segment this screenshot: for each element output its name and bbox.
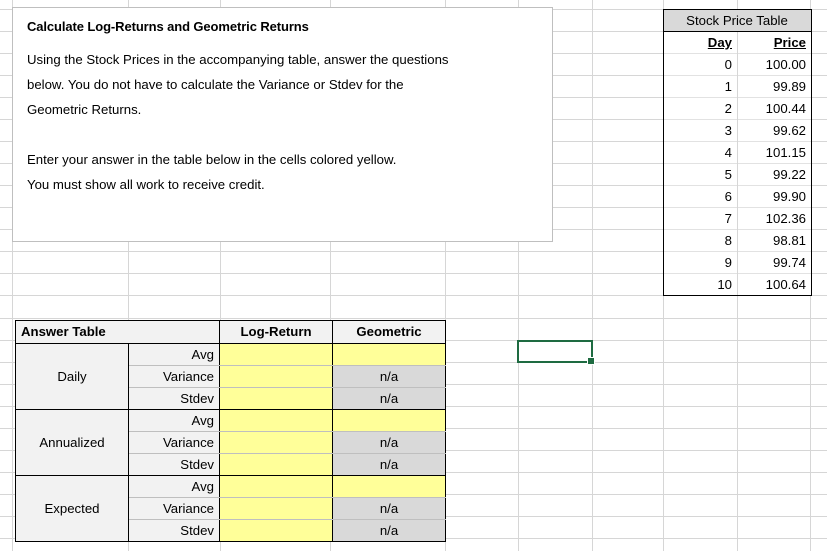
- table-row[interactable]: 9 99.74: [663, 251, 812, 274]
- input-cell-daily-avg-geometric[interactable]: [332, 343, 447, 366]
- cell-price[interactable]: 100.44: [737, 97, 812, 120]
- answer-table-title: Answer Table: [14, 320, 221, 344]
- table-row[interactable]: Daily Avg: [15, 343, 447, 410]
- cell-day[interactable]: 4: [663, 141, 738, 164]
- cell-day[interactable]: 8: [663, 229, 738, 252]
- spreadsheet-canvas[interactable]: Calculate Log-Returns and Geometric Retu…: [0, 0, 827, 551]
- instructions-line: Geometric Returns.: [27, 102, 142, 117]
- cell-day[interactable]: 2: [663, 97, 738, 120]
- instructions-paragraph-1: Using the Stock Prices in the accompanyi…: [27, 47, 537, 122]
- cell-price[interactable]: 99.89: [737, 75, 812, 98]
- disabled-cell-annualized-stdev-geometric: n/a: [332, 453, 447, 476]
- table-row[interactable]: 2 100.44: [663, 97, 812, 120]
- stock-price-table-title-row: Stock Price Table: [663, 9, 812, 32]
- group-label-expected: Expected: [15, 475, 129, 542]
- stat-label-variance: Variance: [127, 497, 221, 520]
- stock-price-table[interactable]: Stock Price Table Day Price 0 100.00 1 9…: [663, 9, 812, 296]
- instructions-title: Calculate Log-Returns and Geometric Retu…: [27, 19, 309, 34]
- input-cell-annualized-variance-log-return[interactable]: [219, 431, 334, 454]
- stat-label-variance: Variance: [127, 365, 221, 388]
- stock-price-table-title: Stock Price Table: [663, 9, 812, 32]
- stat-label-stdev: Stdev: [127, 453, 221, 476]
- table-row[interactable]: 10 100.64: [663, 273, 812, 296]
- stat-label-avg: Avg: [127, 409, 221, 432]
- instructions-line: Using the Stock Prices in the accompanyi…: [27, 52, 449, 67]
- table-row[interactable]: 6 99.90: [663, 185, 812, 208]
- cell-day[interactable]: 0: [663, 53, 738, 76]
- gridline-vertical: [592, 0, 593, 551]
- cell-price[interactable]: 98.81: [737, 229, 812, 252]
- stock-price-table-header-row: Day Price: [663, 31, 812, 54]
- instructions-line: You must show all work to receive credit…: [27, 177, 265, 192]
- cell-day[interactable]: 6: [663, 185, 738, 208]
- disabled-cell-daily-variance-geometric: n/a: [332, 365, 447, 388]
- stat-label-stdev: Stdev: [127, 387, 221, 410]
- table-row[interactable]: 0 100.00: [663, 53, 812, 76]
- table-row[interactable]: 8 98.81: [663, 229, 812, 252]
- column-header-log-return: Log-Return: [219, 320, 334, 344]
- input-cell-annualized-stdev-log-return[interactable]: [219, 453, 334, 476]
- stat-label-variance: Variance: [127, 431, 221, 454]
- cell-day[interactable]: 1: [663, 75, 738, 98]
- input-cell-annualized-avg-log-return[interactable]: [219, 409, 334, 432]
- instructions-textbox[interactable]: Calculate Log-Returns and Geometric Retu…: [12, 7, 553, 242]
- table-row[interactable]: 1 99.89: [663, 75, 812, 98]
- disabled-cell-expected-stdev-geometric: n/a: [332, 519, 447, 542]
- cell-day[interactable]: 7: [663, 207, 738, 230]
- group-label-daily: Daily: [15, 343, 129, 410]
- answer-table[interactable]: Answer Table Log-Return Geometric Daily …: [14, 320, 447, 542]
- stat-label-avg: Avg: [127, 343, 221, 366]
- table-row[interactable]: 7 102.36: [663, 207, 812, 230]
- cell-price[interactable]: 100.00: [737, 53, 812, 76]
- cell-day[interactable]: 3: [663, 119, 738, 142]
- input-cell-expected-variance-log-return[interactable]: [219, 497, 334, 520]
- input-cell-expected-avg-log-return[interactable]: [219, 475, 334, 498]
- cell-price[interactable]: 99.90: [737, 185, 812, 208]
- instructions-line: Enter your answer in the table below in …: [27, 152, 397, 167]
- stat-label-avg: Avg: [127, 475, 221, 498]
- input-cell-expected-avg-geometric[interactable]: [332, 475, 447, 498]
- group-label-annualized: Annualized: [15, 409, 129, 476]
- instructions-line: below. You do not have to calculate the …: [27, 77, 404, 92]
- table-row[interactable]: 5 99.22: [663, 163, 812, 186]
- cell-day[interactable]: 10: [663, 273, 738, 296]
- table-row[interactable]: 4 101.15: [663, 141, 812, 164]
- stat-label-stdev: Stdev: [127, 519, 221, 542]
- active-cell-selection[interactable]: [517, 340, 595, 365]
- column-header-price: Price: [737, 31, 812, 54]
- input-cell-daily-stdev-log-return[interactable]: [219, 387, 334, 410]
- input-cell-daily-variance-log-return[interactable]: [219, 365, 334, 388]
- cell-price[interactable]: 99.62: [737, 119, 812, 142]
- input-cell-annualized-avg-geometric[interactable]: [332, 409, 447, 432]
- answer-table-header-row: Answer Table Log-Return Geometric: [14, 320, 447, 344]
- gridline-horizontal: [0, 318, 827, 319]
- column-header-geometric: Geometric: [332, 320, 447, 344]
- instructions-paragraph-2: Enter your answer in the table below in …: [27, 147, 537, 197]
- table-row[interactable]: 3 99.62: [663, 119, 812, 142]
- input-cell-expected-stdev-log-return[interactable]: [219, 519, 334, 542]
- disabled-cell-daily-stdev-geometric: n/a: [332, 387, 447, 410]
- cell-day[interactable]: 5: [663, 163, 738, 186]
- table-row[interactable]: Annualized Avg: [15, 409, 447, 476]
- table-row[interactable]: Expected Avg: [15, 475, 447, 542]
- disabled-cell-annualized-variance-geometric: n/a: [332, 431, 447, 454]
- input-cell-daily-avg-log-return[interactable]: [219, 343, 334, 366]
- cell-price[interactable]: 100.64: [737, 273, 812, 296]
- column-header-day: Day: [663, 31, 738, 54]
- fill-handle[interactable]: [587, 357, 595, 365]
- cell-day[interactable]: 9: [663, 251, 738, 274]
- cell-price[interactable]: 102.36: [737, 207, 812, 230]
- cell-price[interactable]: 99.22: [737, 163, 812, 186]
- cell-price[interactable]: 99.74: [737, 251, 812, 274]
- disabled-cell-expected-variance-geometric: n/a: [332, 497, 447, 520]
- cell-price[interactable]: 101.15: [737, 141, 812, 164]
